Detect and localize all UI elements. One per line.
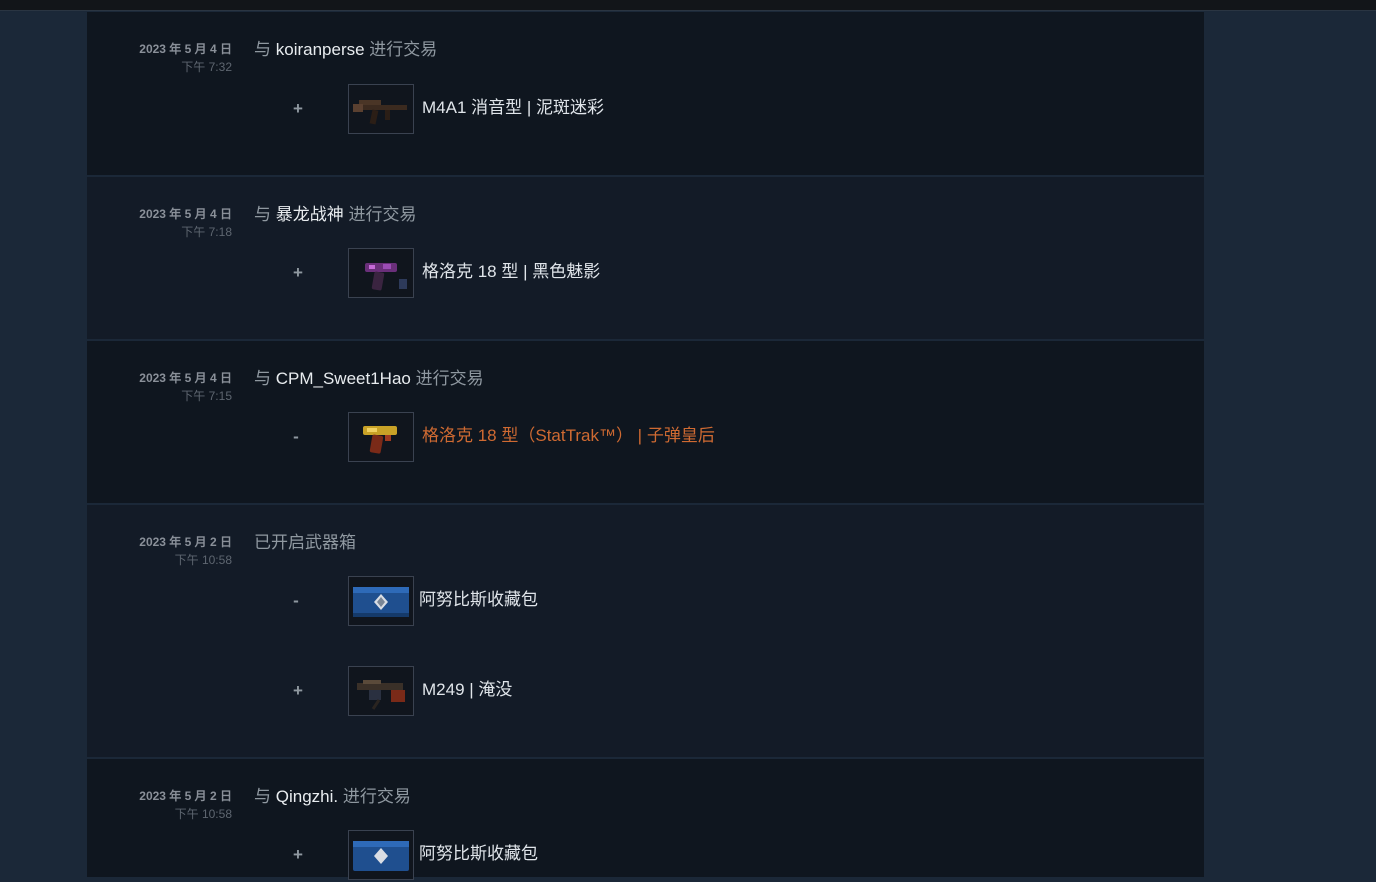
date-text: 2023 年 5 月 4 日	[139, 42, 232, 56]
history-item[interactable]: + M249 | 淹没	[291, 666, 991, 718]
item-name[interactable]: 格洛克 18 型（StatTrak™） | 子弹皇后	[422, 425, 715, 447]
item-change-sign: +	[293, 99, 303, 118]
item-thumbnail[interactable]	[348, 84, 414, 134]
desc-suffix: 进行交易	[343, 205, 417, 224]
trade-partner-link[interactable]: koiranperse	[276, 40, 365, 59]
item-name[interactable]: 格洛克 18 型 | 黑色魅影	[422, 261, 600, 283]
pistol-icon	[365, 263, 407, 291]
item-thumbnail[interactable]	[348, 248, 414, 298]
history-item[interactable]: + M4A1 消音型 | 泥斑迷彩	[291, 84, 991, 136]
desc-prefix: 与	[254, 787, 276, 806]
history-row: 2023 年 5 月 4 日 下午 7:32 与 koiranperse 进行交…	[87, 12, 1204, 177]
history-date: 2023 年 5 月 4 日 下午 7:32	[87, 42, 232, 74]
date-text: 2023 年 5 月 4 日	[139, 371, 232, 385]
desc-suffix: 进行交易	[338, 787, 411, 806]
trade-partner-link[interactable]: 暴龙战神	[276, 205, 344, 224]
history-row: 2023 年 5 月 4 日 下午 7:15 与 CPM_Sweet1Hao 进…	[87, 341, 1204, 505]
item-name[interactable]: M249 | 淹没	[422, 679, 512, 701]
history-item[interactable]: + 阿努比斯收藏包	[291, 830, 991, 882]
event-description: 与 Qingzhi. 进行交易	[254, 786, 411, 808]
inventory-history-list: 2023 年 5 月 4 日 下午 7:32 与 koiranperse 进行交…	[87, 12, 1204, 882]
item-name[interactable]: M4A1 消音型 | 泥斑迷彩	[422, 97, 604, 119]
desc-prefix: 与	[254, 205, 276, 224]
history-date: 2023 年 5 月 4 日 下午 7:18	[87, 207, 232, 239]
trade-partner-link[interactable]: Qingzhi.	[276, 787, 338, 806]
case-icon	[353, 587, 409, 617]
event-description: 已开启武器箱	[254, 533, 356, 552]
date-text: 2023 年 5 月 2 日	[139, 535, 232, 549]
item-change-sign: -	[293, 427, 299, 446]
time-text: 下午 7:18	[181, 225, 232, 239]
machine-gun-icon	[357, 680, 405, 710]
time-text: 下午 7:15	[181, 389, 232, 403]
history-item[interactable]: + 格洛克 18 型 | 黑色魅影	[291, 248, 991, 300]
date-text: 2023 年 5 月 4 日	[139, 207, 232, 221]
event-description: 与 koiranperse 进行交易	[254, 39, 437, 61]
history-item[interactable]: - 格洛克 18 型（StatTrak™） | 子弹皇后	[291, 412, 991, 464]
item-thumbnail[interactable]	[348, 666, 414, 716]
time-text: 下午 10:58	[174, 553, 232, 567]
event-description: 与 暴龙战神 进行交易	[254, 204, 416, 226]
trade-partner-link[interactable]: CPM_Sweet1Hao	[276, 369, 411, 388]
pistol-icon	[363, 426, 397, 454]
desc-prefix: 与	[254, 40, 276, 59]
history-row: 2023 年 5 月 4 日 下午 7:18 与 暴龙战神 进行交易 + 格洛克…	[87, 177, 1204, 341]
history-date: 2023 年 5 月 4 日 下午 7:15	[87, 371, 232, 403]
item-name[interactable]: 阿努比斯收藏包	[419, 843, 538, 865]
history-item[interactable]: - 阿努比斯收藏包	[291, 576, 991, 628]
event-description: 与 CPM_Sweet1Hao 进行交易	[254, 368, 484, 390]
item-thumbnail[interactable]	[348, 830, 414, 880]
time-text: 下午 10:58	[174, 807, 232, 821]
date-text: 2023 年 5 月 2 日	[139, 789, 232, 803]
desc-suffix: 进行交易	[410, 369, 484, 388]
item-thumbnail[interactable]	[348, 576, 414, 626]
top-bar	[0, 0, 1376, 11]
item-change-sign: +	[293, 845, 303, 864]
history-date: 2023 年 5 月 2 日 下午 10:58	[87, 535, 232, 567]
item-change-sign: +	[293, 681, 303, 700]
rifle-icon	[353, 100, 407, 125]
time-text: 下午 7:32	[181, 60, 232, 74]
item-name[interactable]: 阿努比斯收藏包	[419, 589, 538, 611]
desc-prefix: 与	[254, 369, 276, 388]
desc-suffix: 进行交易	[364, 40, 438, 59]
history-date: 2023 年 5 月 2 日 下午 10:58	[87, 789, 232, 821]
case-icon	[353, 841, 409, 871]
item-change-sign: -	[293, 591, 299, 610]
item-change-sign: +	[293, 263, 303, 282]
item-thumbnail[interactable]	[348, 412, 414, 462]
history-row: 2023 年 5 月 2 日 下午 10:58 与 Qingzhi. 进行交易 …	[87, 759, 1204, 882]
history-row: 2023 年 5 月 2 日 下午 10:58 已开启武器箱 - 阿努比斯收藏包…	[87, 505, 1204, 759]
